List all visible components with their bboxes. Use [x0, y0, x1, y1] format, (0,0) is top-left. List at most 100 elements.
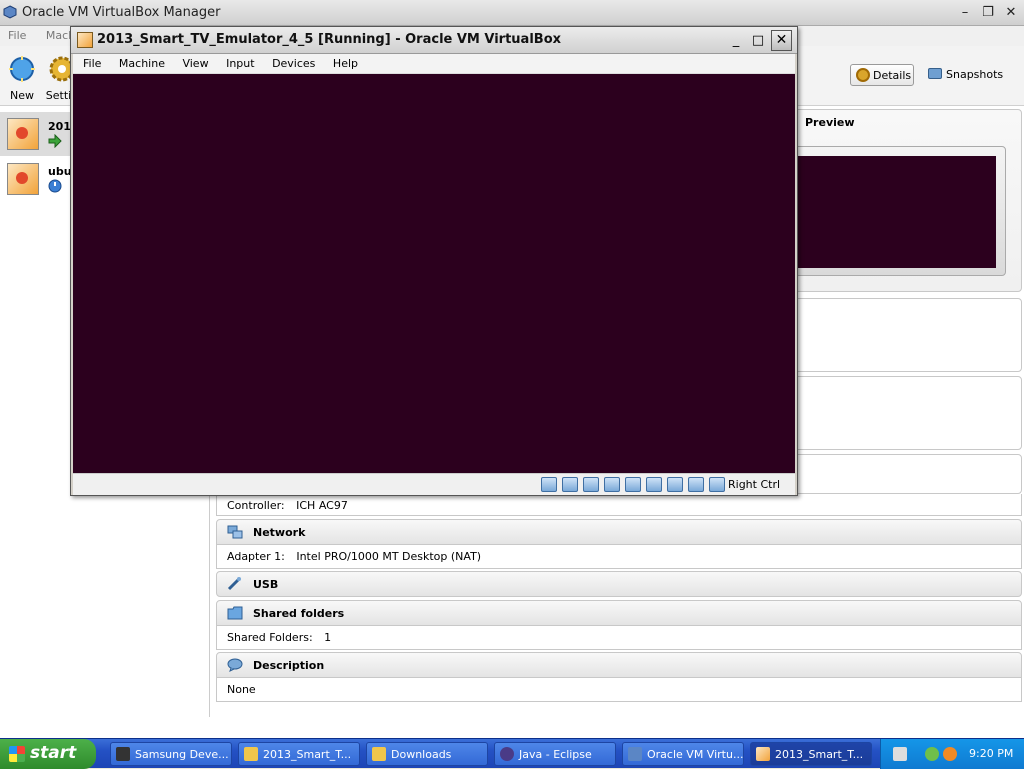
- audio-section-body: Controller: ICH AC97: [216, 494, 1022, 516]
- vm-title-bar[interactable]: 2013_Smart_TV_Emulator_4_5 [Running] - O…: [71, 27, 797, 54]
- hard-disk-icon[interactable]: [541, 477, 557, 492]
- clock: 9:20 PM: [969, 747, 1014, 760]
- network-title: Network: [253, 526, 306, 539]
- start-label: start: [30, 743, 77, 763]
- preview-screen: [798, 156, 996, 268]
- windows-logo-icon: [9, 746, 25, 762]
- host-key-label: Right Ctrl: [728, 478, 781, 491]
- taskbar-item[interactable]: Oracle VM Virtu...: [622, 742, 744, 766]
- camera-icon: [928, 68, 942, 79]
- vm-title: 2013_Smart_TV_Emulator_4_5 [Running] - O…: [97, 32, 562, 47]
- network-section-header[interactable]: Network: [216, 519, 1022, 545]
- vm-close-button[interactable]: ✕: [771, 30, 792, 51]
- taskbar-item-label: Java - Eclipse: [519, 748, 592, 761]
- description-value: None: [227, 683, 256, 696]
- manager-title-bar[interactable]: Oracle VM VirtualBox Manager – ❐ ✕: [0, 0, 1024, 26]
- restore-button[interactable]: ❐: [978, 4, 998, 22]
- taskbar: start Samsung Deve... 2013_Smart_T... Do…: [0, 738, 1024, 769]
- shared-folders-label: Shared Folders:: [227, 631, 313, 644]
- menu-file[interactable]: File: [0, 26, 34, 45]
- shared-folders-section-body: Shared Folders: 1: [216, 626, 1022, 650]
- usb-device-icon[interactable]: [583, 477, 599, 492]
- close-button[interactable]: ✕: [1001, 4, 1021, 22]
- taskbar-item-label: Samsung Deve...: [135, 748, 229, 761]
- taskbar-item[interactable]: Samsung Deve...: [110, 742, 232, 766]
- vm-status-bar: Right Ctrl: [73, 473, 795, 495]
- taskbar-item-label: 2013_Smart_T...: [775, 748, 864, 761]
- network-section-body: Adapter 1: Intel PRO/1000 MT Desktop (NA…: [216, 545, 1022, 569]
- shared-folder-icon[interactable]: [604, 477, 620, 492]
- status-icons: [541, 477, 730, 492]
- controller-value: ICH AC97: [296, 499, 348, 512]
- system-tray: 9:20 PM: [880, 739, 1024, 769]
- taskbar-item-label: Oracle VM Virtu...: [647, 748, 744, 761]
- vm-display[interactable]: [73, 74, 795, 473]
- network-adapter-icon[interactable]: [646, 477, 662, 492]
- details-section-stub: [790, 298, 1022, 372]
- shared-folders-section-header[interactable]: Shared folders: [216, 600, 1022, 626]
- snapshots-button[interactable]: Snapshots: [928, 68, 1003, 81]
- start-button[interactable]: start: [0, 739, 96, 769]
- description-title: Description: [253, 659, 325, 672]
- vm-name: ubu: [48, 165, 72, 178]
- mouse-integration-icon[interactable]: [688, 477, 704, 492]
- vm-icon: [756, 747, 770, 761]
- vm-os-icon: [7, 118, 39, 150]
- optical-drive-icon[interactable]: [562, 477, 578, 492]
- shared-folders-value: 1: [324, 631, 332, 644]
- shared-folders-title: Shared folders: [253, 607, 345, 620]
- description-section-header[interactable]: Description: [216, 652, 1022, 678]
- description-section-body: None: [216, 678, 1022, 702]
- taskbar-item[interactable]: Java - Eclipse: [494, 742, 616, 766]
- details-section-stub: [790, 454, 1022, 494]
- folder-icon: [244, 747, 258, 761]
- network-icon: [227, 525, 243, 539]
- vm-minimize-button[interactable]: _: [726, 30, 746, 51]
- manager-title: Oracle VM VirtualBox Manager: [22, 5, 221, 20]
- taskbar-item[interactable]: 2013_Smart_T...: [750, 742, 872, 766]
- vm-menu-devices[interactable]: Devices: [272, 54, 315, 70]
- adapter-value: Intel PRO/1000 MT Desktop (NAT): [296, 550, 482, 563]
- folder-icon: [227, 606, 243, 620]
- search-icon[interactable]: [943, 747, 957, 761]
- vm-menu-view[interactable]: View: [182, 54, 208, 70]
- running-arrow-icon: [48, 134, 62, 148]
- snapshots-label: Snapshots: [946, 68, 1004, 81]
- taskbar-item-label: Downloads: [391, 748, 452, 761]
- new-vm-icon: [9, 56, 35, 82]
- vm-maximize-button[interactable]: □: [748, 30, 768, 51]
- details-label: Details: [873, 69, 912, 82]
- usb-title: USB: [253, 578, 279, 591]
- power-off-icon: [48, 179, 62, 193]
- minimize-button[interactable]: –: [955, 4, 975, 22]
- usb-icon: [227, 577, 241, 591]
- preview-label: Preview: [805, 116, 855, 129]
- details-section-stub: [790, 376, 1022, 450]
- network-tray-icon[interactable]: [925, 747, 939, 761]
- details-button[interactable]: Details: [850, 64, 914, 86]
- vm-menu-help[interactable]: Help: [333, 54, 358, 70]
- vm-menu-machine[interactable]: Machine: [119, 54, 165, 70]
- keyboard-icon[interactable]: [893, 747, 907, 761]
- vm-menu-bar: File Machine View Input Devices Help: [73, 54, 795, 74]
- vm-window: 2013_Smart_TV_Emulator_4_5 [Running] - O…: [70, 26, 798, 496]
- keyboard-capture-icon[interactable]: [709, 477, 725, 492]
- taskbar-item[interactable]: 2013_Smart_T...: [238, 742, 360, 766]
- vm-app-icon: [77, 32, 93, 48]
- controller-label: Controller:: [227, 499, 285, 512]
- details-icon: [856, 68, 870, 82]
- eclipse-icon: [500, 747, 514, 761]
- vm-menu-input[interactable]: Input: [226, 54, 254, 70]
- video-capture-icon[interactable]: [667, 477, 683, 492]
- new-button[interactable]: New: [0, 54, 44, 102]
- display-icon[interactable]: [625, 477, 641, 492]
- usb-section-header[interactable]: USB: [216, 571, 1022, 597]
- folder-icon: [372, 747, 386, 761]
- vm-name: 201: [48, 120, 71, 133]
- taskbar-item-label: 2013_Smart_T...: [263, 748, 352, 761]
- speech-bubble-icon: [227, 658, 243, 672]
- vm-menu-file[interactable]: File: [83, 54, 101, 70]
- new-label: New: [10, 89, 34, 102]
- virtualbox-icon: [3, 5, 17, 19]
- taskbar-item[interactable]: Downloads: [366, 742, 488, 766]
